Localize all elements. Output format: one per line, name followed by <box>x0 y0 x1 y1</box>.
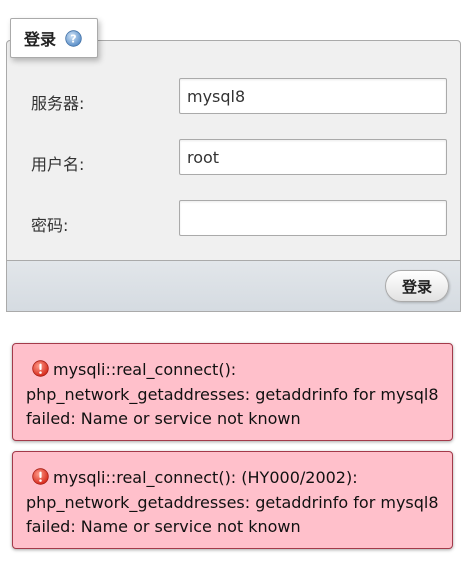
login-title: 登录 <box>24 30 57 49</box>
login-button[interactable]: 登录 <box>385 270 449 302</box>
server-label: 服务器: <box>31 94 85 113</box>
error-text-line-1: mysqli::real_connect(): <box>53 360 237 379</box>
error-text-line-2: php_network_getaddresses: getaddrinfo fo… <box>26 384 439 404</box>
error-icon <box>32 468 49 485</box>
login-footer: 登录 <box>7 260 460 311</box>
server-input[interactable] <box>179 78 447 114</box>
svg-text:?: ? <box>70 32 76 45</box>
username-label: 用户名: <box>31 155 85 174</box>
help-icon[interactable]: ? <box>65 29 82 47</box>
error-message: mysqli::real_connect(): php_network_geta… <box>12 343 453 441</box>
login-legend: 登录 ? <box>10 18 98 58</box>
error-text-line-3: failed: Name or service not known <box>26 517 301 536</box>
error-line-1: mysqli::real_connect(): (HY000/2002): <box>26 466 442 491</box>
username-input[interactable] <box>179 139 447 175</box>
error-text-line-1: mysqli::real_connect(): (HY000/2002): <box>53 468 358 487</box>
error-message: mysqli::real_connect(): (HY000/2002): ph… <box>12 451 453 549</box>
error-line-1: mysqli::real_connect(): <box>26 358 442 383</box>
login-fieldset: 服务器: 用户名: 密码: 登录 <box>6 40 461 312</box>
error-text-line-2: php_network_getaddresses: getaddrinfo fo… <box>26 492 439 512</box>
password-input[interactable] <box>179 200 447 236</box>
error-icon <box>32 360 49 377</box>
password-label: 密码: <box>31 216 69 235</box>
error-text-line-3: failed: Name or service not known <box>26 409 301 428</box>
